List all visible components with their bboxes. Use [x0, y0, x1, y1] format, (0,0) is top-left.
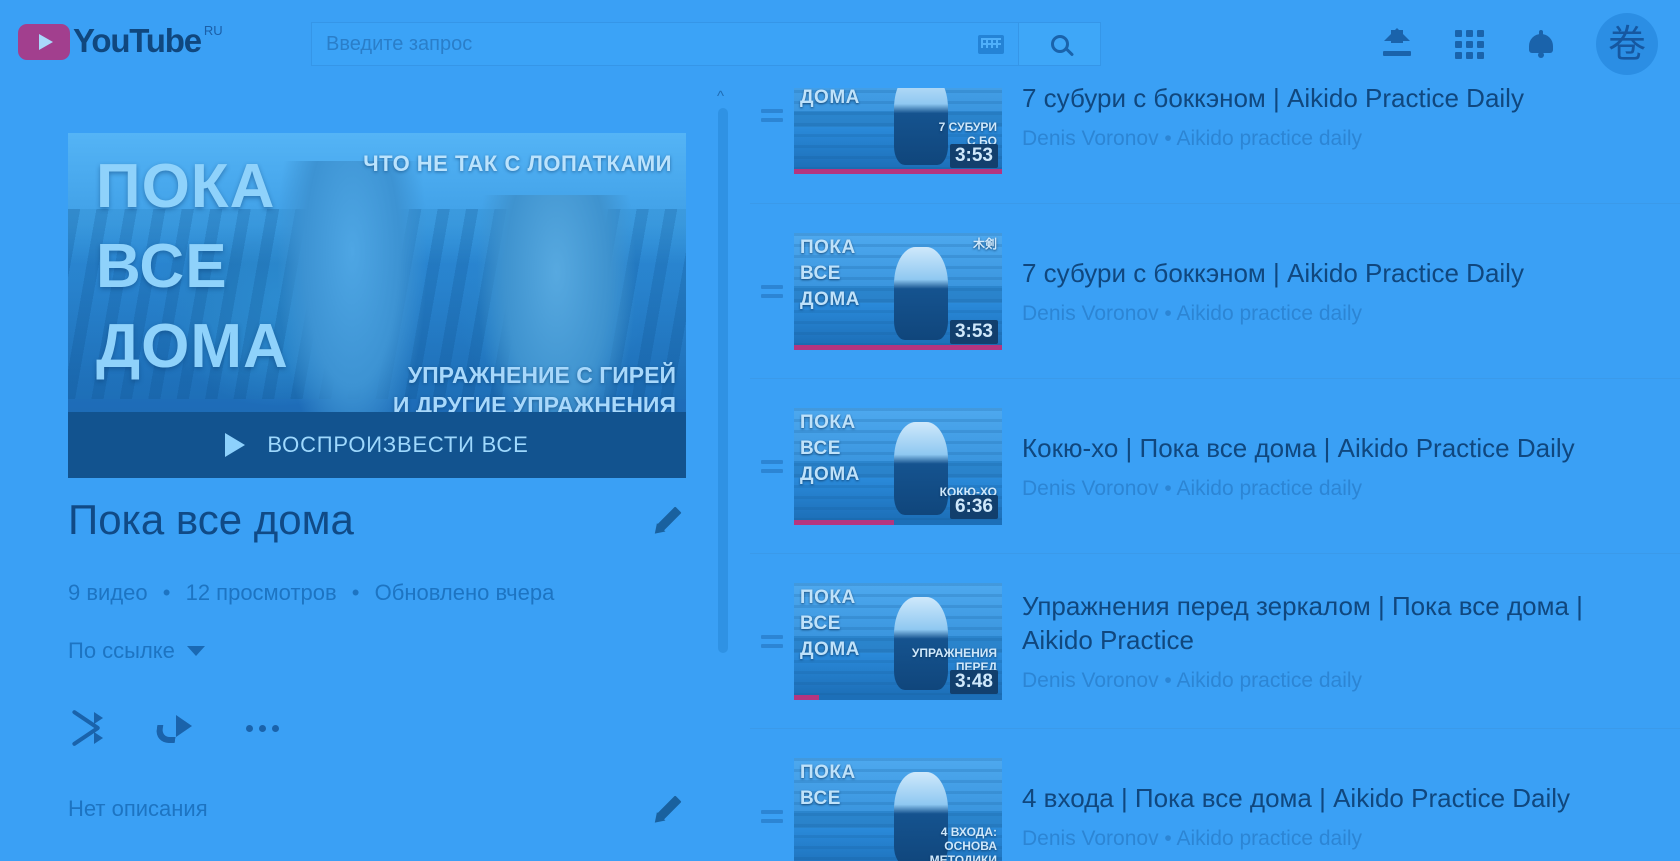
playlist-privacy-dropdown[interactable]: По ссылке	[68, 638, 205, 664]
edit-playlist-title-button[interactable]	[650, 504, 686, 538]
thumbnail-tag-text: 4 ВХОДА: ОСНОВА МЕТОДИКИ	[929, 824, 997, 861]
watch-progress-bar	[794, 344, 1002, 350]
drag-handle-icon[interactable]	[750, 284, 794, 298]
watch-progress-bar	[794, 169, 1002, 174]
playlist-sidebar: ПОКА ВСЕ ДОМА ЧТО НЕ ТАК С ЛОПАТКАМИ УПР…	[20, 88, 714, 861]
drag-handle-icon[interactable]	[750, 634, 794, 648]
video-list-item[interactable]: ВСЕ ДОМА7 СУБУРИ С БО3:53 7 субури с бокк…	[750, 88, 1680, 203]
youtube-logo-country: RU	[203, 23, 223, 38]
upload-button[interactable]	[1380, 27, 1414, 61]
apps-button[interactable]	[1452, 27, 1486, 61]
video-title[interactable]: Упражнения перед зеркалом | Пока все дом…	[1022, 589, 1656, 657]
thumbnail-brand-text: ПОКА ВСЕ	[800, 761, 856, 809]
search-input[interactable]	[326, 32, 978, 56]
video-title[interactable]: 7 субури с боккэном | Aikido Practice Da…	[1022, 88, 1656, 115]
video-list: ВСЕ ДОМА7 СУБУРИ С БО3:53 7 субури с бокк…	[750, 88, 1680, 861]
keyboard-icon[interactable]	[978, 34, 1004, 54]
playlist-meta: 9 видео • 12 просмотров • Обновлено вчер…	[68, 580, 554, 606]
playlist-description: Нет описания	[68, 796, 208, 821]
video-channel: Denis Voronov • Aikido practice daily	[1022, 126, 1363, 150]
playlist-title: Пока все дома	[68, 496, 354, 543]
search-icon	[1050, 35, 1069, 53]
video-duration: 3:48	[949, 669, 998, 694]
playlist-actions	[68, 709, 279, 747]
edit-description-button[interactable]	[650, 793, 686, 827]
play-triangle-icon	[225, 433, 246, 457]
upload-icon	[1382, 28, 1412, 58]
search-button[interactable]	[1019, 22, 1101, 66]
chevron-up-icon[interactable]: ^	[717, 89, 724, 104]
video-channel: Denis Voronov • Aikido practice daily	[1022, 477, 1363, 500]
top-header-bar: YouTube RU Введите запрос 卷	[0, 0, 1680, 88]
chevron-down-icon	[186, 646, 205, 656]
video-list-item[interactable]: ПОКА ВСЕ ДОМА КОКЮ-ХО 6:36 Кокю-хо | Пока в…	[750, 378, 1680, 553]
playlist-updated: Обновлено вчера	[374, 580, 555, 605]
video-title[interactable]: 4 входа | Пока все дома | Aikido Practic…	[1022, 781, 1656, 815]
page-content: ПОКА ВСЕ ДОМА ЧТО НЕ ТАК С ЛОПАТКАМИ УПР…	[0, 88, 1680, 861]
search-bar	[311, 22, 1101, 66]
video-thumbnail[interactable]: ПОКА ВСЕ ДОМА УПРАЖНЕНИЯ ПЕРЕД 3:48	[794, 582, 1002, 700]
video-duration: 6:36	[949, 494, 998, 519]
video-title[interactable]: Кокю-хо | Пока все дома | Aikido Practic…	[1022, 431, 1656, 465]
apps-grid-icon	[1454, 29, 1484, 59]
video-thumbnail[interactable]: ПОКА ВСЕ ДОМА КОКЮ-ХО 6:36	[794, 407, 1002, 525]
youtube-playlist-page: YouTube RU Введите запрос 卷 ПОКА ВСЕ ДОМ…	[0, 0, 1680, 861]
search-box[interactable]	[311, 22, 1019, 66]
shuffle-button[interactable]	[68, 709, 103, 747]
cover-side-text-bottom: УПРАЖНЕНИЕ С ГИРЕЙ И ДРУГИЕ УПРАЖНЕНИЯ	[392, 362, 676, 418]
video-info: 7 субури с боккэном | Aikido Practice Da…	[1002, 256, 1680, 326]
watch-progress-bar	[794, 694, 1002, 700]
thumbnail-brand-text: ПОКА ВСЕ ДОМА	[800, 236, 860, 310]
video-channel: Denis Voronov • Aikido practice daily	[1022, 827, 1363, 850]
youtube-logo[interactable]: YouTube RU	[18, 22, 223, 66]
video-thumbnail[interactable]: ВСЕ ДОМА7 СУБУРИ С БО3:53	[794, 88, 1002, 174]
avatar[interactable]: 卷	[1596, 13, 1658, 75]
video-duration: 3:53	[949, 319, 998, 344]
video-list-item[interactable]: ПОКА ВСЕ ДОМА 木剣 3:53 7 субури с боккэном |…	[750, 203, 1680, 378]
header-actions: 卷	[1380, 0, 1658, 88]
cover-title-text: ПОКА ВСЕ ДОМА	[96, 152, 289, 381]
video-title[interactable]: 7 субури с боккэном | Aikido Practice Da…	[1022, 256, 1656, 290]
bell-icon	[1528, 30, 1554, 58]
playlist-views: 12 просмотров	[185, 580, 337, 605]
meta-separator-1: •	[162, 580, 171, 605]
thumbnail-tag-text: 木剣	[972, 236, 997, 251]
thumbnail-brand-text: ПОКА ВСЕ ДОМА	[800, 586, 860, 660]
video-info: Упражнения перед зеркалом | Пока все дом…	[1002, 589, 1680, 693]
cover-side-text-top: ЧТО НЕ ТАК С ЛОПАТКАМИ	[363, 151, 672, 176]
drag-handle-icon[interactable]	[750, 809, 794, 823]
playlist-video-count: 9 видео	[68, 580, 148, 605]
thumbnail-brand-text: ВСЕ ДОМА	[800, 88, 860, 108]
thumbnail-brand-text: ПОКА ВСЕ ДОМА	[800, 411, 860, 485]
video-list-scrollbar[interactable]	[718, 108, 728, 653]
video-thumbnail[interactable]: ПОКА ВСЕ ДОМА 木剣 3:53	[794, 232, 1002, 350]
meta-separator-2: •	[351, 580, 360, 605]
video-channel: Denis Voronov • Aikido practice daily	[1022, 302, 1363, 325]
video-list-item[interactable]: ПОКА ВСЕ ДОМА УПРАЖНЕНИЯ ПЕРЕД 3:48 Упражне…	[750, 553, 1680, 728]
playlist-cover[interactable]: ПОКА ВСЕ ДОМА ЧТО НЕ ТАК С ЛОПАТКАМИ УПР…	[68, 133, 686, 478]
more-actions-button[interactable]	[246, 713, 279, 743]
video-info: 7 субури с боккэном | Aikido Practice Da…	[1002, 88, 1680, 151]
play-all-button[interactable]: ВОСПРОИЗВЕСТИ ВСЕ	[68, 412, 686, 478]
playlist-description-row: Нет описания	[68, 793, 686, 827]
playlist-video-list-panel: ^ ВСЕ ДОМА7 СУБУРИ С БО3:53 7 субури с бо…	[714, 88, 1680, 861]
notifications-button[interactable]	[1524, 27, 1558, 61]
watch-progress-bar	[794, 519, 1002, 525]
drag-handle-icon[interactable]	[750, 109, 794, 122]
playlist-privacy-label: По ссылке	[68, 638, 175, 663]
video-info: 4 входа | Пока все дома | Aikido Practic…	[1002, 781, 1680, 851]
play-all-label: ВОСПРОИЗВЕСТИ ВСЕ	[267, 432, 529, 457]
video-duration: 3:53	[949, 144, 998, 168]
video-thumbnail[interactable]: ПОКА ВСЕ 4 ВХОДА: ОСНОВА МЕТОДИКИ	[794, 757, 1002, 861]
youtube-logo-text: YouTube	[73, 22, 202, 59]
youtube-play-icon	[18, 24, 70, 60]
share-button[interactable]	[154, 713, 192, 743]
video-channel: Denis Voronov • Aikido practice daily	[1022, 669, 1363, 692]
drag-handle-icon[interactable]	[750, 459, 794, 473]
playlist-title-row: Пока все дома	[68, 496, 686, 544]
video-list-item[interactable]: ПОКА ВСЕ 4 ВХОДА: ОСНОВА МЕТОДИКИ 4 входа …	[750, 728, 1680, 861]
video-info: Кокю-хо | Пока все дома | Aikido Practic…	[1002, 431, 1680, 501]
